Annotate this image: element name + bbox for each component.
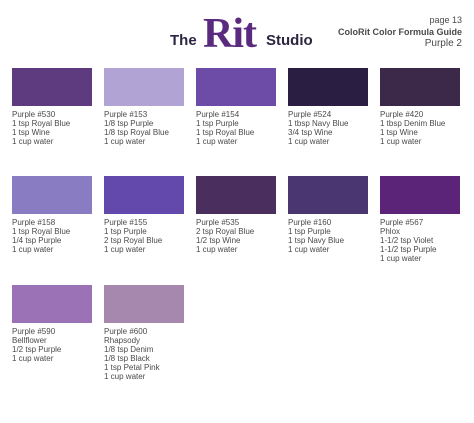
swatch-name: Purple #590 bbox=[12, 327, 56, 336]
swatch-name: Purple #158 bbox=[12, 218, 56, 227]
swatch-formula: Purple #160 1 tsp Purple 1 tsp Navy Blue 1 … bbox=[288, 218, 378, 254]
swatch-name: Purple #420 bbox=[380, 110, 424, 119]
logo-studio-text: Studio bbox=[266, 32, 313, 49]
formula-line: 1 cup water bbox=[288, 245, 330, 254]
color-swatch-card: Purple #154 1 tsp Purple 1 tsp Royal Blue 1… bbox=[196, 68, 286, 146]
formula-line: 1 tsp Navy Blue bbox=[288, 236, 345, 245]
formula-line: Rhapsody bbox=[104, 336, 141, 345]
swatch-name: Purple #524 bbox=[288, 110, 332, 119]
formula-line: 1 cup water bbox=[12, 137, 54, 146]
swatch-name: Purple #535 bbox=[196, 218, 240, 227]
color-swatch bbox=[12, 68, 92, 106]
formula-line: 1/8 tsp Black bbox=[104, 354, 150, 363]
formula-line: 1 tsp Purple bbox=[288, 227, 331, 236]
color-swatch bbox=[380, 176, 460, 214]
formula-line: 1 cup water bbox=[104, 245, 146, 254]
swatch-name: Purple #160 bbox=[288, 218, 332, 227]
formula-line: 1/4 tsp Purple bbox=[12, 236, 62, 245]
color-swatch-card: Purple #153 1/8 tsp Purple 1/8 tsp Royal B… bbox=[104, 68, 194, 146]
color-swatch-card: Purple #530 1 tsp Royal Blue 1 tsp Wine 1 c… bbox=[12, 68, 102, 146]
formula-line: 1-1/2 tsp Purple bbox=[380, 245, 437, 254]
swatch-formula: Purple #530 1 tsp Royal Blue 1 tsp Wine 1 c… bbox=[12, 110, 102, 146]
color-swatch-card: Purple #155 1 tsp Purple 2 tsp Royal Blue 1… bbox=[104, 176, 194, 254]
color-swatch bbox=[12, 176, 92, 214]
formula-line: 2 tsp Royal Blue bbox=[104, 236, 163, 245]
formula-line: Phlox bbox=[380, 227, 401, 236]
formula-line: 1 cup water bbox=[196, 245, 238, 254]
formula-line: 2 tsp Royal Blue bbox=[196, 227, 255, 236]
color-swatch-card: Purple #420 1 tbsp Denim Blue 1 tsp Wine 1 … bbox=[380, 68, 470, 146]
color-swatch bbox=[104, 68, 184, 106]
formula-line: 1 tsp Petal Pink bbox=[104, 363, 160, 372]
swatch-name: Purple #600 bbox=[104, 327, 148, 336]
formula-line: 1/8 tsp Denim bbox=[104, 345, 154, 354]
formula-line: 1 cup water bbox=[380, 254, 422, 263]
color-swatch bbox=[380, 68, 460, 106]
formula-line: 1 cup water bbox=[380, 137, 422, 146]
section-title: Purple 2 bbox=[424, 38, 462, 49]
formula-line: 1 cup water bbox=[196, 137, 238, 146]
formula-line: 1 tsp Wine bbox=[380, 128, 418, 137]
formula-line: 1 cup water bbox=[288, 137, 330, 146]
formula-line: 1 tbsp Denim Blue bbox=[380, 119, 446, 128]
swatch-formula: Purple #420 1 tbsp Denim Blue 1 tsp Wine 1 … bbox=[380, 110, 470, 146]
page-number: page 13 bbox=[429, 15, 462, 25]
swatch-formula: Purple #154 1 tsp Purple 1 tsp Royal Blue 1… bbox=[196, 110, 286, 146]
formula-line: 1 tsp Royal Blue bbox=[12, 119, 71, 128]
color-swatch bbox=[104, 176, 184, 214]
formula-line: 1 cup water bbox=[12, 354, 54, 363]
swatch-name: Purple #530 bbox=[12, 110, 56, 119]
swatch-name: Purple #155 bbox=[104, 218, 148, 227]
swatch-formula: Purple #524 1 tbsp Navy Blue 3/4 tsp Wine 1… bbox=[288, 110, 378, 146]
formula-line: 1-1/2 tsp Violet bbox=[380, 236, 434, 245]
color-swatch-card: Purple #158 1 tsp Royal Blue 1/4 tsp Purpl… bbox=[12, 176, 102, 254]
page-header-info: page 13 ColoRit Color Formula Guide Purp… bbox=[338, 14, 462, 50]
swatch-formula: Purple #153 1/8 tsp Purple 1/8 tsp Royal B… bbox=[104, 110, 194, 146]
swatch-name: Purple #154 bbox=[196, 110, 240, 119]
color-swatch bbox=[12, 285, 92, 323]
guide-title: ColoRit Color Formula Guide bbox=[338, 27, 462, 37]
color-swatch bbox=[196, 68, 276, 106]
color-swatch-card: Purple #524 1 tbsp Navy Blue 3/4 tsp Wine 1… bbox=[288, 68, 378, 146]
formula-line: 3/4 tsp Wine bbox=[288, 128, 333, 137]
color-swatch-card: Purple #590 Bellflower 1/2 tsp Purple 1 cup… bbox=[12, 285, 102, 363]
formula-line: 1/2 tsp Purple bbox=[12, 345, 62, 354]
formula-line: 1 tsp Purple bbox=[196, 119, 239, 128]
formula-line: 1 tbsp Navy Blue bbox=[288, 119, 349, 128]
formula-line: 1 tsp Royal Blue bbox=[196, 128, 255, 137]
swatch-formula: Purple #155 1 tsp Purple 2 tsp Royal Blue 1… bbox=[104, 218, 194, 254]
color-swatch-card: Purple #567 Phlox 1-1/2 tsp Violet 1-1/2 ts… bbox=[380, 176, 470, 263]
color-swatch bbox=[104, 285, 184, 323]
color-swatch-card: Purple #160 1 tsp Purple 1 tsp Navy Blue 1 … bbox=[288, 176, 378, 254]
color-swatch-card: Purple #600 Rhapsody 1/8 tsp Denim 1/8 tsp … bbox=[104, 285, 194, 381]
logo-rit-text: Rit bbox=[203, 11, 257, 57]
formula-line: 1/8 tsp Royal Blue bbox=[104, 128, 169, 137]
swatch-name: Purple #153 bbox=[104, 110, 148, 119]
formula-line: 1 tsp Wine bbox=[12, 128, 50, 137]
swatch-formula: Purple #600 Rhapsody 1/8 tsp Denim 1/8 tsp … bbox=[104, 327, 194, 381]
color-swatch bbox=[288, 68, 368, 106]
formula-line: 1/2 tsp Wine bbox=[196, 236, 241, 245]
swatch-formula: Purple #535 2 tsp Royal Blue 1/2 tsp Wine 1… bbox=[196, 218, 286, 254]
formula-line: 1/8 tsp Purple bbox=[104, 119, 154, 128]
swatch-formula: Purple #158 1 tsp Royal Blue 1/4 tsp Purpl… bbox=[12, 218, 102, 254]
color-swatch bbox=[196, 176, 276, 214]
swatch-formula: Purple #567 Phlox 1-1/2 tsp Violet 1-1/2 ts… bbox=[380, 218, 470, 263]
formula-line: 1 tsp Purple bbox=[104, 227, 147, 236]
formula-line: Bellflower bbox=[12, 336, 47, 345]
formula-line: 1 cup water bbox=[104, 137, 146, 146]
swatch-formula: Purple #590 Bellflower 1/2 tsp Purple 1 cup… bbox=[12, 327, 102, 363]
color-swatch-card: Purple #535 2 tsp Royal Blue 1/2 tsp Wine 1… bbox=[196, 176, 286, 254]
logo-the-text: The bbox=[170, 32, 197, 49]
color-swatch bbox=[288, 176, 368, 214]
rit-studio-logo: The Rit Studio bbox=[170, 11, 313, 57]
swatch-name: Purple #567 bbox=[380, 218, 424, 227]
formula-line: 1 cup water bbox=[12, 245, 54, 254]
formula-line: 1 tsp Royal Blue bbox=[12, 227, 71, 236]
formula-line: 1 cup water bbox=[104, 372, 146, 381]
